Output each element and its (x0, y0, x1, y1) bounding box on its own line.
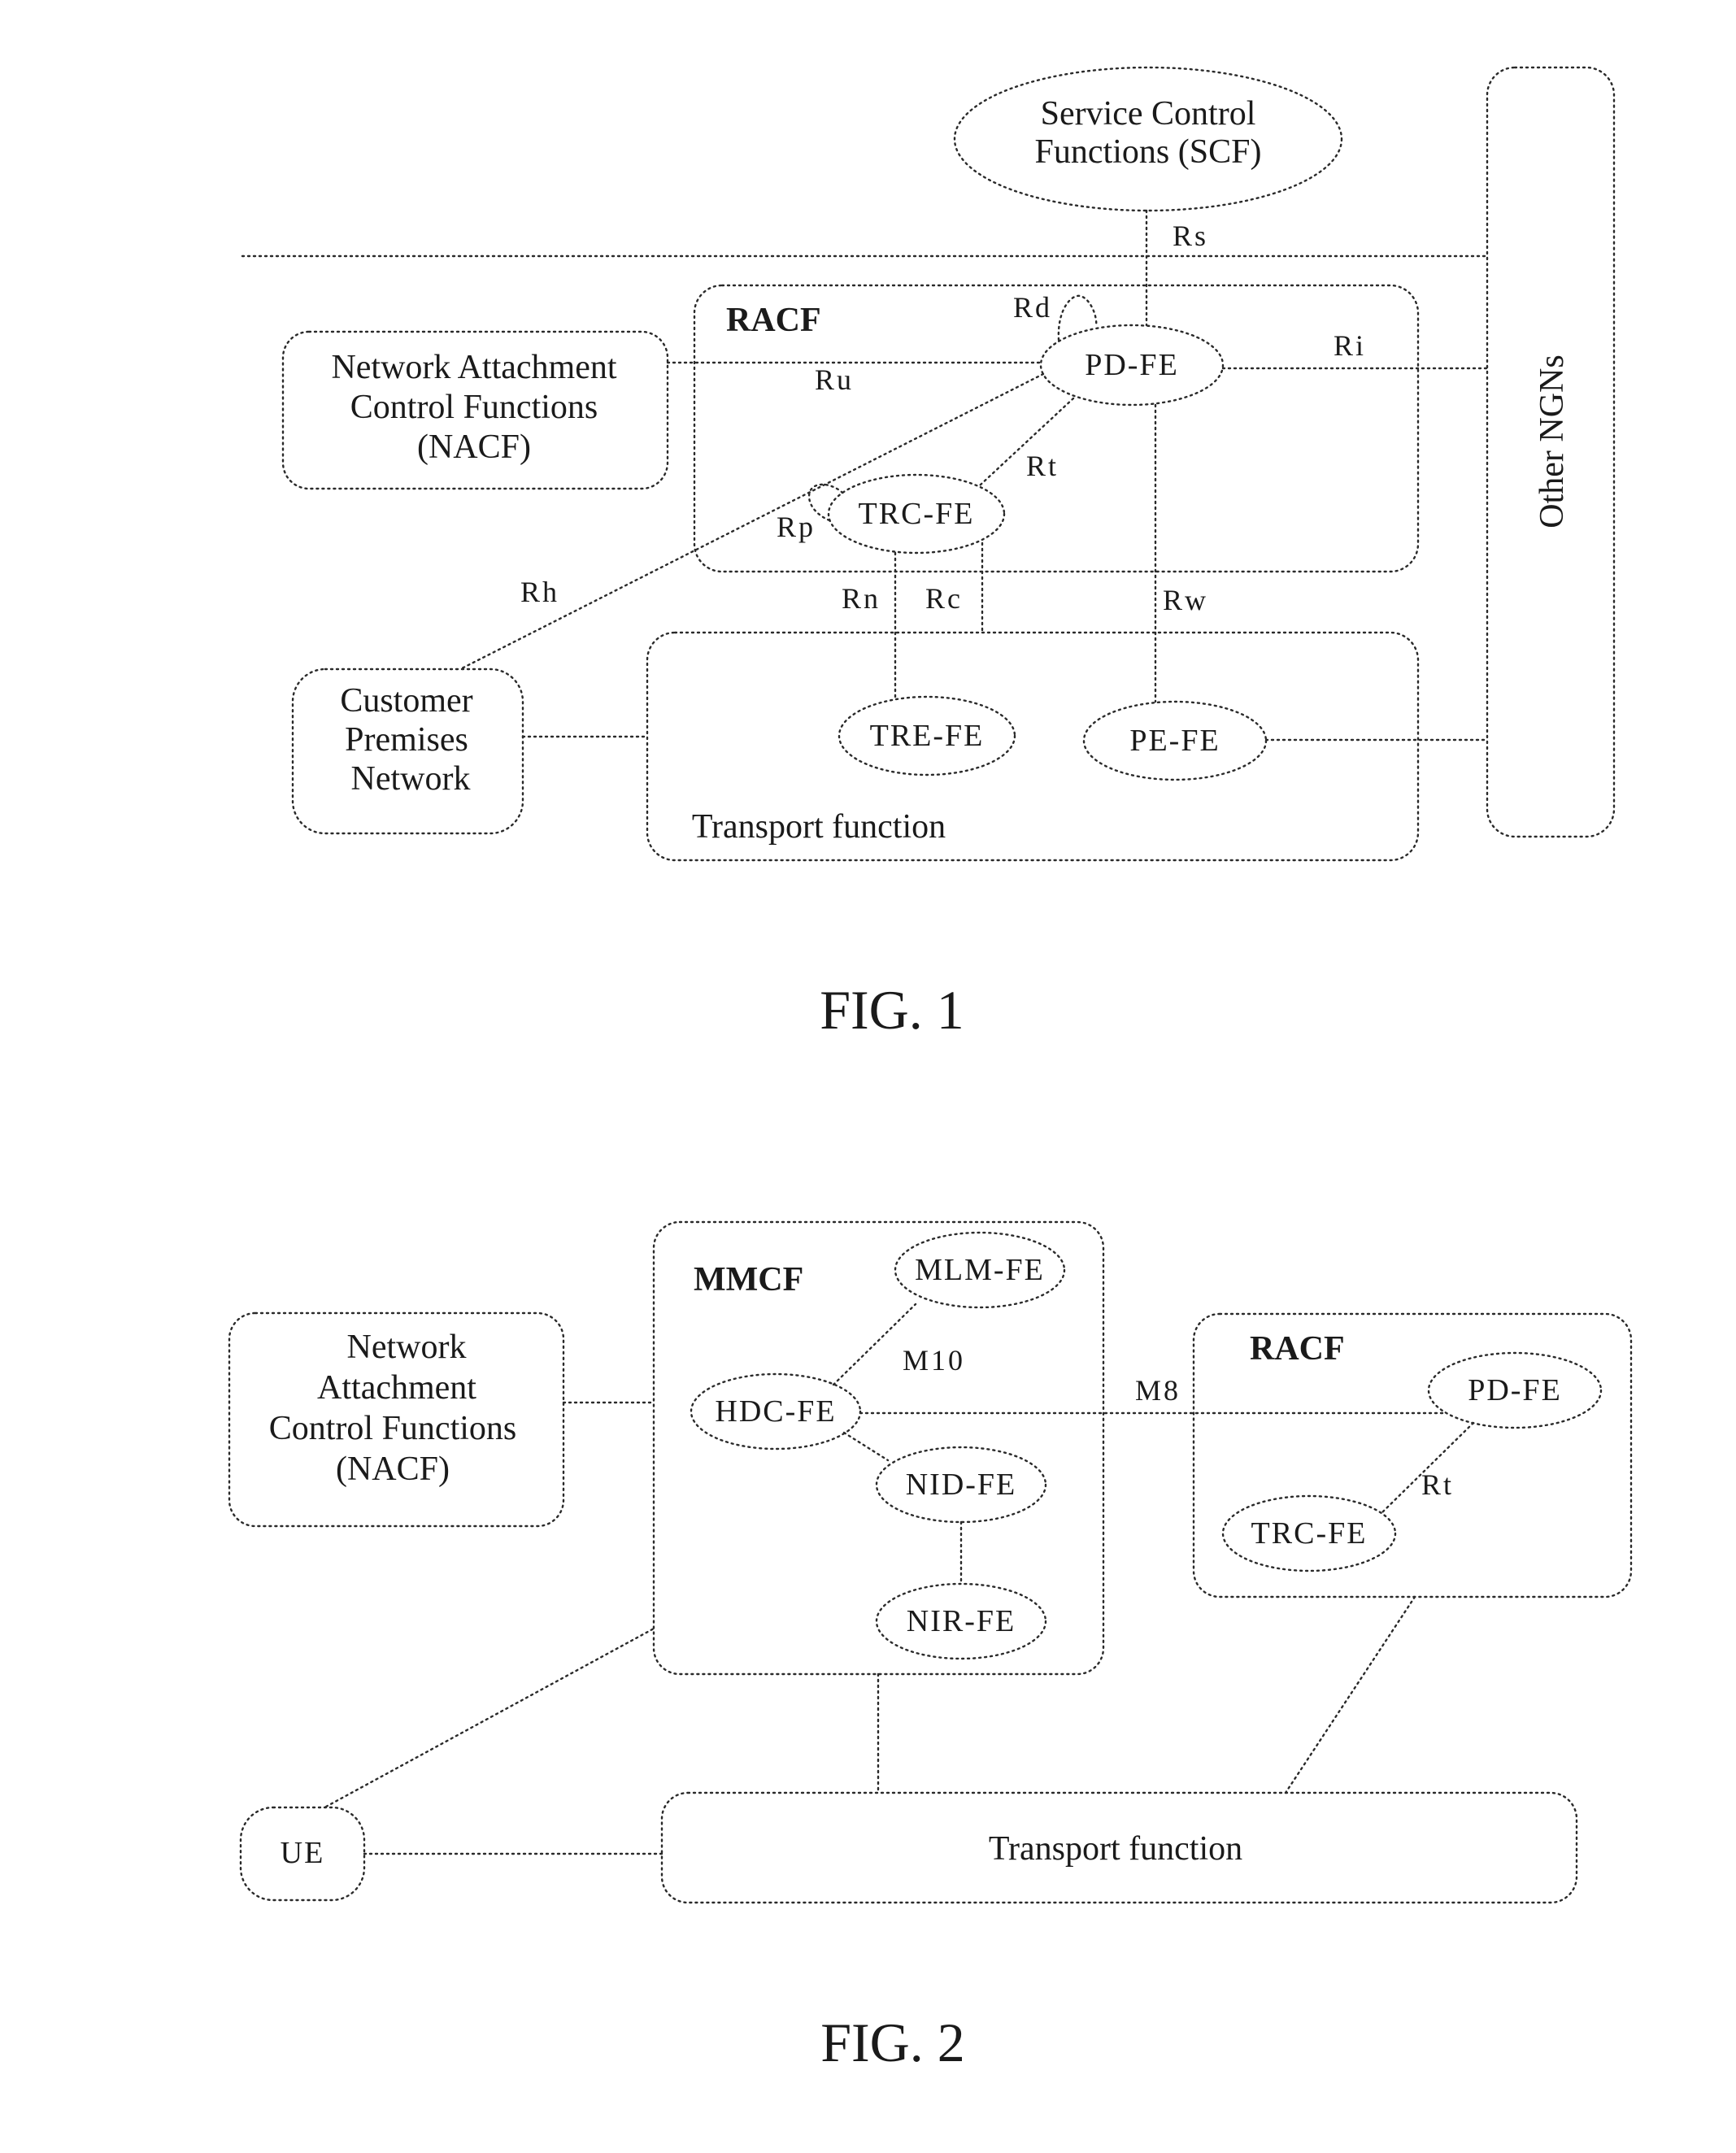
hdc-fe-label: HDC-FE (715, 1394, 836, 1429)
racf-box-group-2[interactable]: RACF (1192, 1312, 1633, 1598)
pd-fe-node[interactable]: PD-FE (1039, 324, 1225, 407)
racf-title: RACF (726, 302, 821, 339)
ru-label: Ru (815, 363, 854, 396)
m10-label: M10 (903, 1344, 965, 1377)
cpn-label-line-3: Network (351, 760, 471, 798)
pe-fe-label: PE-FE (1129, 724, 1220, 758)
figure-1-caption: FIG. 1 (820, 979, 964, 1041)
mmcf-box-group[interactable]: MMCF (652, 1220, 1105, 1676)
figure-2-caption: FIG. 2 (820, 2012, 965, 2073)
mmcf-title: MMCF (694, 1261, 803, 1298)
trc-fe-node-2[interactable]: TRC-FE (1221, 1494, 1397, 1572)
tre-fe-node[interactable]: TRE-FE (838, 695, 1016, 776)
pd-fe2-label: PD-FE (1468, 1373, 1562, 1407)
nid-fe-node[interactable]: NID-FE (875, 1446, 1047, 1524)
transport2-label: Transport function (989, 1830, 1242, 1868)
ue-node[interactable]: UE (239, 1806, 366, 1902)
rp-label: Rp (777, 511, 816, 543)
nacf2-label-line-1: Network (347, 1329, 467, 1366)
nacf-label-line-1: Network Attachment (331, 349, 616, 386)
scf-node[interactable]: Service Control Functions (SCF) (953, 66, 1343, 212)
nacf-node[interactable]: Network Attachment Control Functions (NA… (281, 330, 669, 490)
transport-node-2[interactable]: Transport function (660, 1791, 1578, 1904)
nacf2-label-line-4: (NACF) (336, 1451, 450, 1488)
nacf2-label-line-2: Attachment (317, 1369, 476, 1407)
rn-label: Rn (842, 582, 881, 615)
trc-fe-node[interactable]: TRC-FE (827, 473, 1006, 555)
scf-label-line-1: Service Control (1041, 95, 1256, 133)
tre-fe-label: TRE-FE (870, 719, 985, 753)
m8-label: M8 (1135, 1374, 1181, 1407)
pe-fe-node[interactable]: PE-FE (1082, 700, 1268, 781)
pd-fe-node-2[interactable]: PD-FE (1427, 1351, 1603, 1429)
rd-label: Rd (1013, 291, 1052, 324)
pd-fe-label: PD-FE (1085, 348, 1179, 382)
figure-2: Network Attachment Control Functions (NA… (228, 1220, 1633, 2073)
ri-label: Ri (1334, 329, 1366, 362)
hdc-fe-node[interactable]: HDC-FE (690, 1372, 862, 1451)
trc-fe2-label: TRC-FE (1251, 1516, 1368, 1551)
nir-fe-node[interactable]: NIR-FE (875, 1582, 1047, 1660)
racf2-title: RACF (1250, 1330, 1345, 1368)
ue-mmcf-link (324, 1627, 655, 1808)
other-ngns-node[interactable]: Other NGNs (1486, 66, 1616, 838)
scf-label-line-2: Functions (SCF) (1035, 133, 1262, 171)
nir-fe-label: NIR-FE (907, 1604, 1016, 1638)
nacf2-label-line-3: Control Functions (269, 1410, 517, 1447)
mlm-fe-node[interactable]: MLM-FE (894, 1231, 1066, 1309)
transport-node[interactable]: Transport function (646, 631, 1420, 862)
nid-fe-label: NID-FE (906, 1468, 1017, 1502)
rt-label: Rt (1026, 450, 1059, 482)
figure-1: Service Control Functions (SCF) Other NG… (241, 66, 1616, 1041)
rs-label: Rs (1173, 220, 1208, 252)
trc-fe-label: TRC-FE (859, 497, 975, 531)
racf-transport-link (1284, 1595, 1416, 1794)
rc-label: Rc (925, 582, 963, 615)
transport-label: Transport function (692, 808, 946, 846)
nacf-node-2[interactable]: Network Attachment Control Functions (NA… (228, 1311, 565, 1528)
diagram-canvas: Service Control Functions (SCF) Other NG… (228, 66, 1633, 2073)
rw-label: Rw (1163, 584, 1208, 616)
rd-loop-link (1057, 294, 1098, 341)
cpn-node[interactable]: Customer Premises Network (291, 668, 524, 835)
ue-label: UE (281, 1836, 325, 1870)
cpn-label-line-2: Premises (345, 721, 468, 759)
mlm-fe-label: MLM-FE (915, 1253, 1045, 1287)
rt2-label: Rt (1421, 1468, 1454, 1501)
rh-label: Rh (520, 576, 559, 608)
other-ngns-label: Other NGNs (1534, 354, 1571, 528)
hdc-nid-link (842, 1431, 890, 1462)
nacf-label-line-2: Control Functions (350, 389, 598, 426)
nacf-label-line-3: (NACF) (417, 428, 531, 466)
cpn-label-line-1: Customer (340, 682, 472, 720)
